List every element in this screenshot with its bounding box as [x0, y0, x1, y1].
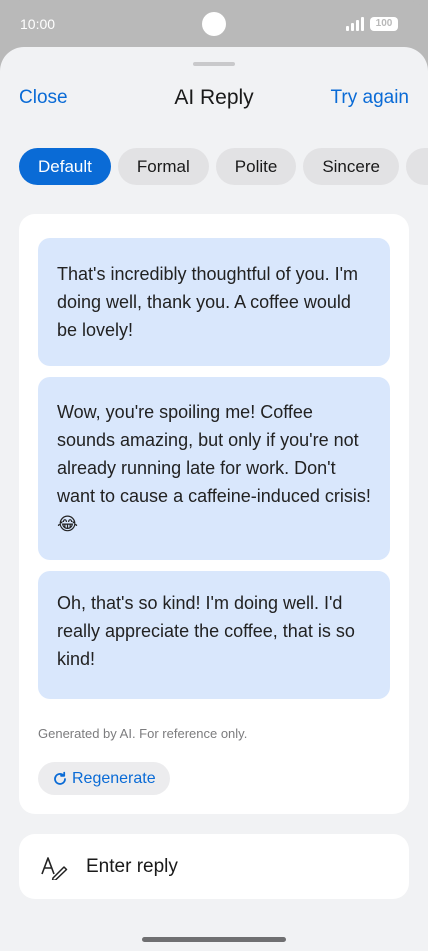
status-time: 10:00	[20, 16, 56, 32]
refresh-icon	[54, 771, 66, 785]
suggestion-text: That's incredibly thoughtful of you. I'm…	[57, 264, 359, 340]
tone-chips: Default Formal Polite Sincere	[19, 148, 428, 186]
ai-reply-sheet: Close AI Reply Try again Default Formal Po…	[0, 47, 428, 951]
suggestion-bubble[interactable]: That's incredibly thoughtful of you. I'm…	[38, 238, 390, 366]
try-again-button[interactable]: Try again	[331, 87, 410, 109]
tone-chip-formal[interactable]: Formal	[117, 148, 209, 185]
tone-chip-sincere[interactable]: Sincere	[303, 148, 399, 185]
sheet-drag-handle[interactable]	[193, 62, 235, 66]
suggestion-text: Oh, that's so kind! I'm doing well. I'd …	[57, 593, 355, 669]
signal-icon	[346, 17, 366, 31]
suggestion-text: Wow, you're spoiling me! Coffee sounds a…	[57, 402, 371, 534]
camera-cutout	[202, 12, 226, 36]
handwriting-icon	[41, 857, 68, 880]
tone-chip-more[interactable]	[405, 148, 428, 185]
reply-input-bar[interactable]: Enter reply	[19, 834, 409, 899]
suggestions-card: That's incredibly thoughtful of you. I'm…	[19, 214, 409, 814]
status-bar: 10:00 100	[0, 0, 428, 48]
suggestion-bubble[interactable]: Oh, that's so kind! I'm doing well. I'd …	[38, 571, 390, 699]
regenerate-button[interactable]: Regenerate	[38, 762, 170, 795]
tone-chip-default[interactable]: Default	[19, 148, 111, 185]
regenerate-label: Regenerate	[72, 770, 156, 787]
suggestion-bubble[interactable]: Wow, you're spoiling me! Coffee sounds a…	[38, 377, 390, 560]
home-indicator[interactable]	[142, 937, 286, 942]
battery-icon: 100	[370, 17, 398, 31]
reply-input[interactable]: Enter reply	[86, 856, 178, 878]
tone-chip-polite[interactable]: Polite	[215, 148, 297, 185]
ai-disclaimer: Generated by AI. For reference only.	[38, 726, 248, 741]
